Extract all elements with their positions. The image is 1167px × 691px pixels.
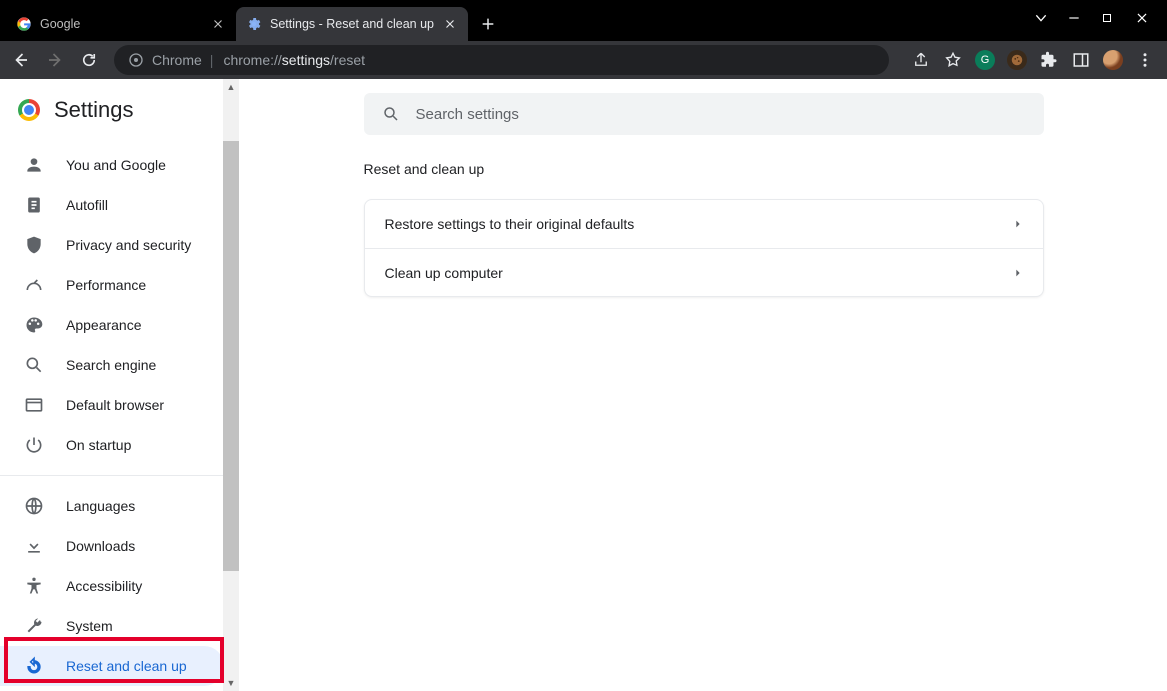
- sidebar-item-privacy[interactable]: Privacy and security: [0, 225, 224, 265]
- toolbar-right-icons: G: [903, 50, 1155, 70]
- window-titlebar: Google Settings - Reset and clean up: [0, 0, 1167, 41]
- sidebar-item-label: Performance: [66, 277, 146, 293]
- search-settings-input[interactable]: Search settings: [364, 93, 1044, 135]
- scroll-down-icon[interactable]: ▼: [223, 675, 239, 691]
- row-label: Restore settings to their original defau…: [385, 216, 635, 232]
- sidebar-item-search-engine[interactable]: Search engine: [0, 345, 224, 385]
- reload-button[interactable]: [80, 51, 100, 69]
- close-window-button[interactable]: [1135, 11, 1149, 25]
- extensions-puzzle-icon[interactable]: [1039, 50, 1059, 70]
- sidebar-item-on-startup[interactable]: On startup: [0, 425, 224, 465]
- palette-icon: [24, 315, 44, 335]
- address-bar[interactable]: Chrome | chrome://settings/reset: [114, 45, 889, 75]
- sidebar-item-label: Reset and clean up: [66, 658, 187, 674]
- nav-group-2: Languages Downloads Accessibility System…: [0, 482, 239, 690]
- tab-label: Settings - Reset and clean up: [270, 17, 434, 31]
- maximize-button[interactable]: [1101, 12, 1115, 24]
- back-button[interactable]: [12, 51, 32, 69]
- sidebar-item-system[interactable]: System: [0, 606, 224, 646]
- sidebar-item-languages[interactable]: Languages: [0, 486, 224, 526]
- chevron-right-icon: [1013, 268, 1023, 278]
- reset-icon: [24, 656, 44, 676]
- sidebar-item-default-browser[interactable]: Default browser: [0, 385, 224, 425]
- site-label: Chrome: [152, 52, 202, 68]
- sidebar-item-label: Appearance: [66, 317, 142, 333]
- sidebar-item-appearance[interactable]: Appearance: [0, 305, 224, 345]
- google-favicon: [16, 16, 32, 32]
- performance-icon: [24, 275, 44, 295]
- sidebar-item-downloads[interactable]: Downloads: [0, 526, 224, 566]
- settings-page: Settings You and Google Autofill Privacy…: [0, 79, 1167, 691]
- row-label: Clean up computer: [385, 265, 503, 281]
- sidebar-item-label: Autofill: [66, 197, 108, 213]
- profile-avatar[interactable]: [1103, 50, 1123, 70]
- sidebar-item-reset[interactable]: Reset and clean up: [0, 646, 224, 686]
- accessibility-icon: [24, 576, 44, 596]
- share-icon[interactable]: [911, 50, 931, 70]
- nav-divider: [0, 475, 224, 476]
- sidebar-scrollbar-track[interactable]: ▲ ▼: [223, 79, 239, 691]
- search-icon: [382, 105, 400, 123]
- sidebar-scrollbar-thumb[interactable]: [223, 141, 239, 571]
- sidebar-item-label: Accessibility: [66, 578, 142, 594]
- scroll-up-icon[interactable]: ▲: [223, 79, 239, 95]
- settings-header: Settings: [0, 79, 239, 141]
- shield-icon: [24, 235, 44, 255]
- chevron-right-icon: [1013, 219, 1023, 229]
- sidebar-item-label: Downloads: [66, 538, 135, 554]
- tab-strip: Google Settings - Reset and clean up: [0, 0, 502, 41]
- search-placeholder: Search settings: [416, 106, 519, 123]
- page-title: Settings: [54, 97, 134, 123]
- menu-kebab-icon[interactable]: [1135, 50, 1155, 70]
- tab-google[interactable]: Google: [6, 7, 236, 41]
- row-clean-up-computer[interactable]: Clean up computer: [365, 248, 1043, 296]
- sidebar-item-label: Privacy and security: [66, 237, 191, 253]
- sidebar-item-label: Search engine: [66, 357, 156, 373]
- close-tab-icon[interactable]: [210, 16, 226, 32]
- minimize-button[interactable]: [1067, 11, 1081, 25]
- forward-button[interactable]: [46, 51, 66, 69]
- browser-icon: [24, 395, 44, 415]
- extension-cookie-icon[interactable]: [1007, 50, 1027, 70]
- person-icon: [24, 155, 44, 175]
- download-icon: [24, 536, 44, 556]
- site-info-icon[interactable]: Chrome |: [128, 52, 213, 68]
- extension-grammarly-icon[interactable]: G: [975, 50, 995, 70]
- tab-label: Google: [40, 17, 80, 31]
- globe-icon: [24, 496, 44, 516]
- sidebar-item-label: On startup: [66, 437, 131, 453]
- settings-main: Search settings Reset and clean up Resto…: [240, 79, 1167, 691]
- sidebar-item-label: Default browser: [66, 397, 164, 413]
- settings-sidebar: Settings You and Google Autofill Privacy…: [0, 79, 240, 691]
- row-restore-defaults[interactable]: Restore settings to their original defau…: [365, 200, 1043, 248]
- settings-favicon: [246, 16, 262, 32]
- nav-group-1: You and Google Autofill Privacy and secu…: [0, 141, 239, 469]
- sidebar-item-autofill[interactable]: Autofill: [0, 185, 224, 225]
- wrench-icon: [24, 616, 44, 636]
- sidebar-item-label: System: [66, 618, 113, 634]
- window-controls: [1033, 0, 1167, 30]
- bookmark-star-icon[interactable]: [943, 50, 963, 70]
- new-tab-button[interactable]: [474, 10, 502, 38]
- search-icon: [24, 355, 44, 375]
- autofill-icon: [24, 195, 44, 215]
- chevron-down-icon[interactable]: [1033, 10, 1047, 26]
- sidebar-item-you-and-google[interactable]: You and Google: [0, 145, 224, 185]
- section-title: Reset and clean up: [364, 161, 1044, 177]
- sidebar-item-label: Languages: [66, 498, 135, 514]
- url-text: chrome://settings/reset: [223, 52, 365, 68]
- tab-settings[interactable]: Settings - Reset and clean up: [236, 7, 468, 41]
- side-panel-icon[interactable]: [1071, 50, 1091, 70]
- power-icon: [24, 435, 44, 455]
- sidebar-item-performance[interactable]: Performance: [0, 265, 224, 305]
- sidebar-item-accessibility[interactable]: Accessibility: [0, 566, 224, 606]
- reset-card: Restore settings to their original defau…: [364, 199, 1044, 297]
- chrome-logo-icon: [18, 99, 40, 121]
- close-tab-icon[interactable]: [442, 16, 458, 32]
- sidebar-item-label: You and Google: [66, 157, 166, 173]
- browser-toolbar: Chrome | chrome://settings/reset G: [0, 41, 1167, 79]
